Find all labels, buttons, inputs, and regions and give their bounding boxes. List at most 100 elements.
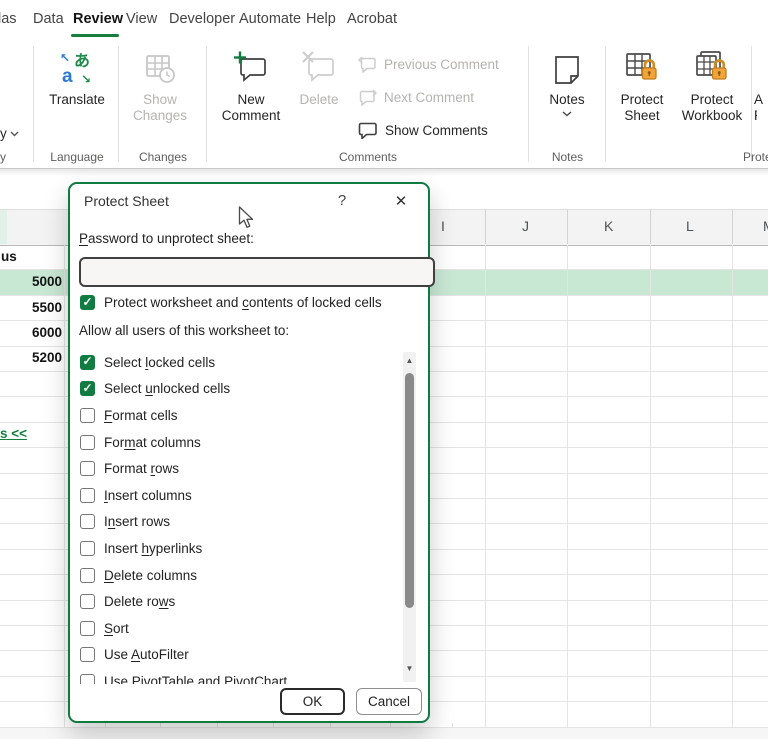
tab-developer[interactable]: Developer <box>169 11 235 27</box>
checkbox-unchecked[interactable] <box>80 514 95 530</box>
column-header-J[interactable]: J <box>522 218 529 234</box>
permissions-list: Select locked cells Select unlocked cells… <box>80 349 400 684</box>
menu-bar: las Data Review View Developer Automate … <box>0 0 768 40</box>
permission-option[interactable]: Insert rows <box>80 509 400 536</box>
column-header-L[interactable]: L <box>686 218 694 234</box>
option-label: Sort <box>104 620 129 636</box>
new-comment-button[interactable]: New Comment <box>216 48 286 124</box>
gridline <box>485 210 486 244</box>
group-separator <box>118 46 119 162</box>
checkbox-unchecked[interactable] <box>80 673 95 684</box>
group-separator <box>528 46 529 162</box>
group-label-comments: Comments <box>338 150 397 164</box>
option-label: Delete rows <box>104 594 176 610</box>
permission-option[interactable]: Use AutoFilter <box>80 642 400 669</box>
ribbon: y あ a ↖ ↘ Translate Show Changes New Com… <box>0 40 768 169</box>
checkbox-unchecked[interactable] <box>80 407 95 423</box>
tab-formulas-partial[interactable]: las <box>0 11 17 27</box>
group-label-protect-partial: Prote <box>743 150 768 164</box>
column-header-K[interactable]: K <box>604 218 613 234</box>
show-changes-icon <box>122 48 198 86</box>
group-separator <box>206 46 207 162</box>
permission-option[interactable]: Use PivotTable and PivotChart <box>80 668 400 684</box>
scrollbar-up-icon[interactable]: ▲ <box>403 356 416 365</box>
password-input[interactable] <box>79 257 435 287</box>
checkbox-unchecked[interactable] <box>80 434 95 450</box>
allow-edit-ranges-button-partial[interactable]: A R <box>754 48 768 124</box>
checkbox-unchecked[interactable] <box>80 540 95 556</box>
permission-option[interactable]: Delete columns <box>80 562 400 589</box>
cancel-button[interactable]: Cancel <box>356 688 422 715</box>
show-comments-icon <box>358 122 377 139</box>
option-label: Insert columns <box>104 487 192 503</box>
checkbox-unchecked[interactable] <box>80 620 95 636</box>
gridline <box>650 210 651 244</box>
checkbox-unchecked[interactable] <box>80 647 95 663</box>
ok-button[interactable]: OK <box>280 688 345 715</box>
tab-view[interactable]: View <box>126 11 157 27</box>
permission-option[interactable]: Delete rows <box>80 588 400 615</box>
group-separator <box>33 46 34 162</box>
password-label: Password to unprotect sheet: <box>79 231 254 246</box>
option-label: Delete columns <box>104 567 198 583</box>
checkbox-checked[interactable] <box>80 354 95 370</box>
permission-option[interactable]: Select unlocked cells <box>80 376 400 403</box>
protect-workbook-icon <box>677 48 747 86</box>
checkbox-checked[interactable] <box>80 381 95 397</box>
protect-workbook-button[interactable]: Protect Workbook <box>677 48 747 124</box>
option-label: Format columns <box>104 434 201 450</box>
permission-option[interactable]: Insert hyperlinks <box>80 535 400 562</box>
allow-users-label: Allow all users of this worksheet to: <box>79 323 290 338</box>
accessibility-button-partial[interactable]: y <box>0 48 20 142</box>
gridline <box>567 245 568 739</box>
collapse-link-fragment[interactable]: s << <box>0 426 27 441</box>
option-label: Use PivotTable and PivotChart <box>104 673 288 684</box>
checkbox-unchecked[interactable] <box>80 487 95 503</box>
gridline <box>567 210 568 244</box>
permission-option[interactable]: Format cells <box>80 402 400 429</box>
permission-option[interactable]: Insert columns <box>80 482 400 509</box>
protect-worksheet-option[interactable]: Protect worksheet and contents of locked… <box>80 295 382 310</box>
gridline <box>650 245 651 739</box>
tab-help[interactable]: Help <box>306 11 336 27</box>
delete-comment-icon <box>290 48 348 86</box>
group-label-partial: y <box>0 150 6 164</box>
scrollbar-thumb[interactable] <box>405 373 414 608</box>
checkbox-unchecked[interactable] <box>80 594 95 610</box>
active-tab-underline <box>71 34 119 37</box>
permission-option[interactable]: Select locked cells <box>80 349 400 376</box>
next-comment-icon <box>359 89 377 106</box>
chevron-down-icon <box>562 111 572 117</box>
option-label: Select unlocked cells <box>104 381 231 397</box>
group-separator <box>605 46 606 162</box>
permission-option[interactable]: Sort <box>80 615 400 642</box>
excel-window: las Data Review View Developer Automate … <box>0 0 768 739</box>
permission-option[interactable]: Format rows <box>80 455 400 482</box>
checkbox-unchecked[interactable] <box>80 567 95 583</box>
permission-option[interactable]: Format columns <box>80 429 400 456</box>
tab-data[interactable]: Data <box>33 11 64 27</box>
notes-button[interactable]: Notes <box>540 48 594 117</box>
new-comment-icon <box>216 48 286 86</box>
cell-value: 5200 <box>31 350 62 365</box>
translate-button[interactable]: あ a ↖ ↘ Translate <box>45 48 109 108</box>
column-header-I[interactable]: I <box>441 218 445 234</box>
show-comments-button[interactable]: Show Comments <box>358 121 488 139</box>
header-accent <box>0 210 7 244</box>
checkbox-unchecked[interactable] <box>80 461 95 477</box>
scrollbar[interactable]: ▲ ▼ <box>403 352 416 682</box>
bottom-row-band <box>0 728 768 739</box>
dialog-title: Protect Sheet <box>84 193 169 209</box>
scrollbar-down-icon[interactable]: ▼ <box>403 664 416 673</box>
protect-sheet-button[interactable]: Protect Sheet <box>611 48 673 124</box>
checkbox-checked[interactable] <box>80 295 95 310</box>
tab-automate[interactable]: Automate <box>239 11 301 27</box>
cell-value: 5000 <box>31 274 62 289</box>
tab-review[interactable]: Review <box>73 11 123 27</box>
help-icon[interactable]: ? <box>332 192 352 209</box>
option-label: Format rows <box>104 461 180 477</box>
close-icon[interactable]: ✕ <box>388 190 414 214</box>
protect-sheet-dialog: Protect Sheet ? ✕ Password to unprotect … <box>68 182 435 723</box>
tab-acrobat[interactable]: Acrobat <box>347 11 397 27</box>
column-header-M-partial[interactable]: M <box>763 218 768 234</box>
